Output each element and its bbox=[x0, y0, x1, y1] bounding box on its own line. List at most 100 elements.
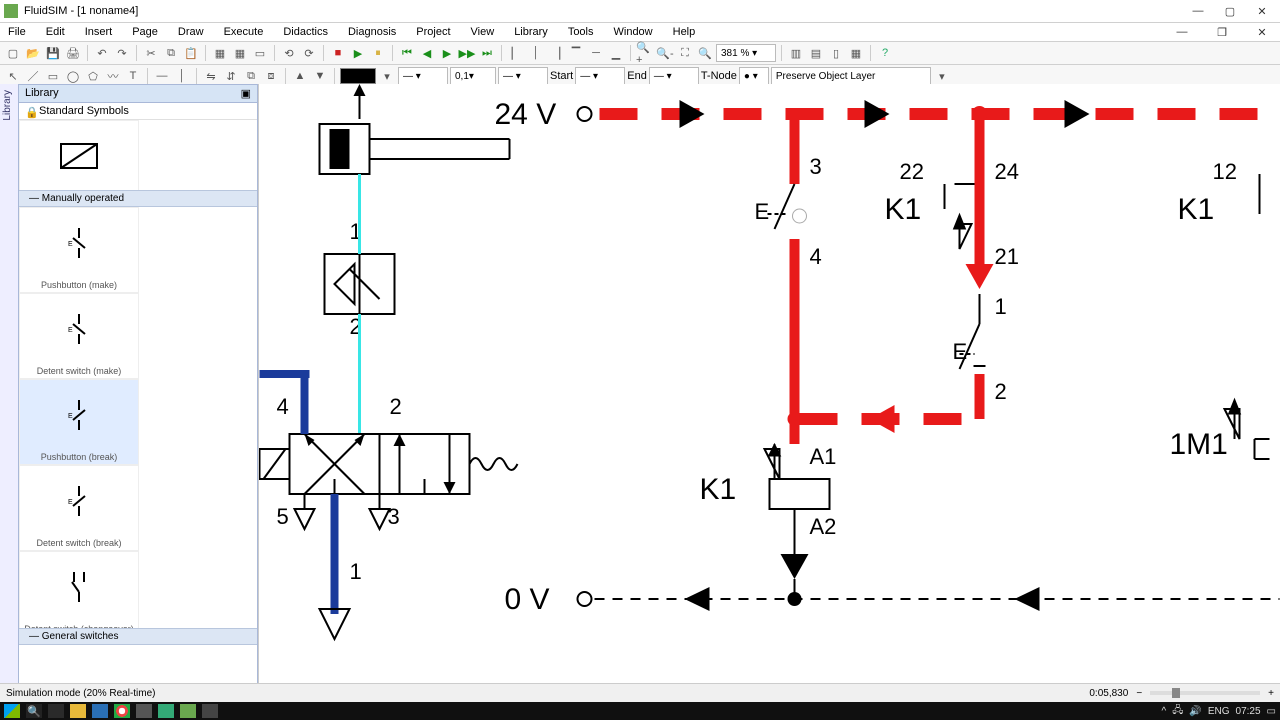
node-style-field[interactable]: ● ▾ bbox=[739, 67, 769, 85]
menu-tools[interactable]: Tools bbox=[564, 25, 598, 39]
app3-task-icon[interactable] bbox=[202, 704, 218, 718]
menu-execute[interactable]: Execute bbox=[220, 25, 268, 39]
send-back-icon[interactable]: ▼ bbox=[311, 67, 329, 85]
align-middle-icon[interactable]: ─ bbox=[587, 44, 605, 62]
linewidth-field[interactable]: 0,1 ▾ bbox=[450, 67, 496, 85]
zoom-out-icon[interactable]: 🔍- bbox=[656, 44, 674, 62]
explorer-icon[interactable] bbox=[70, 704, 86, 718]
close-button[interactable]: ✕ bbox=[1248, 2, 1276, 20]
select-tool-icon[interactable]: ↖ bbox=[4, 67, 22, 85]
diagram-canvas[interactable]: 1 2 4 2 5 3 1 24 V 3 E 4 bbox=[258, 84, 1280, 684]
group-icon[interactable]: ⧉ bbox=[242, 67, 260, 85]
print-icon[interactable]: 🖨 bbox=[64, 44, 82, 62]
redo-icon[interactable]: ↷ bbox=[113, 44, 131, 62]
menu-library[interactable]: Library bbox=[510, 25, 552, 39]
open-icon[interactable]: 📂 bbox=[24, 44, 42, 62]
menu-project[interactable]: Project bbox=[412, 25, 454, 39]
time-slider-minus-icon[interactable]: − bbox=[1136, 688, 1142, 699]
chrome-icon[interactable] bbox=[114, 704, 130, 718]
library-root[interactable]: 🔒 Standard Symbols bbox=[19, 103, 257, 120]
align-right-icon[interactable]: ▕ bbox=[547, 44, 565, 62]
child-minimize-button[interactable]: — bbox=[1168, 23, 1196, 41]
polygon-tool-icon[interactable]: ⬠ bbox=[84, 67, 102, 85]
align-center-icon[interactable]: │ bbox=[527, 44, 545, 62]
lib-thumb-detent-break[interactable]: EDetent switch (break) bbox=[19, 465, 139, 551]
color-dropdown-icon[interactable]: ▾ bbox=[378, 67, 396, 85]
grid-icon[interactable]: ▦ bbox=[211, 44, 229, 62]
zoom-region-icon[interactable]: 🔍 bbox=[696, 44, 714, 62]
network-icon[interactable]: 🖧 bbox=[1172, 703, 1183, 720]
fast-fwd-icon[interactable]: ▶▶ bbox=[458, 44, 476, 62]
rotate-left-icon[interactable]: ⟲ bbox=[280, 44, 298, 62]
time-slider[interactable] bbox=[1150, 691, 1260, 695]
ungroup-icon[interactable]: ⧈ bbox=[262, 67, 280, 85]
layer-dropdown-icon[interactable]: ▾ bbox=[933, 67, 951, 85]
start-cap-field[interactable]: — ▾ bbox=[498, 67, 548, 85]
ruler-icon[interactable]: ▭ bbox=[251, 44, 269, 62]
pause-icon[interactable]: ⏸ bbox=[369, 44, 387, 62]
maximize-button[interactable]: ▢ bbox=[1216, 2, 1244, 20]
linestyle-field[interactable]: — ▾ bbox=[398, 67, 448, 85]
bring-front-icon[interactable]: ▲ bbox=[291, 67, 309, 85]
child-restore-button[interactable]: ❐ bbox=[1208, 23, 1236, 41]
tray-up-icon[interactable]: ^ bbox=[1162, 706, 1167, 717]
app2-task-icon[interactable] bbox=[158, 704, 174, 718]
volume-icon[interactable]: 🔊 bbox=[1189, 706, 1201, 717]
skip-start-icon[interactable]: ⏮ bbox=[398, 44, 416, 62]
view-list-icon[interactable]: ▤ bbox=[807, 44, 825, 62]
ellipse-tool-icon[interactable]: ◯ bbox=[64, 67, 82, 85]
minimize-button[interactable]: — bbox=[1184, 2, 1212, 20]
menu-insert[interactable]: Insert bbox=[81, 25, 117, 39]
new-icon[interactable]: ▢ bbox=[4, 44, 22, 62]
align-top-icon[interactable]: ▔ bbox=[567, 44, 585, 62]
group-switches-header[interactable]: — General switches bbox=[19, 628, 257, 645]
menu-file[interactable]: File bbox=[4, 25, 30, 39]
end-cap-field[interactable]: — ▾ bbox=[575, 67, 625, 85]
start-button-icon[interactable] bbox=[4, 704, 20, 718]
store-icon[interactable] bbox=[92, 704, 108, 718]
view-grid-icon[interactable]: ▥ bbox=[787, 44, 805, 62]
menu-didactics[interactable]: Didactics bbox=[279, 25, 332, 39]
help-icon[interactable]: ? bbox=[876, 44, 894, 62]
menu-window[interactable]: Window bbox=[610, 25, 657, 39]
stop-icon[interactable]: ■ bbox=[329, 44, 347, 62]
system-tray[interactable]: ^ 🖧 🔊 ENG 07:25 ▭ bbox=[1162, 703, 1276, 720]
menu-draw[interactable]: Draw bbox=[174, 25, 208, 39]
snap-icon[interactable]: ▦ bbox=[231, 44, 249, 62]
color-swatch[interactable] bbox=[340, 68, 376, 84]
menu-view[interactable]: View bbox=[467, 25, 499, 39]
align-left-icon[interactable]: ▏ bbox=[507, 44, 525, 62]
library-close-icon[interactable]: ▣ bbox=[241, 87, 251, 100]
view-tiles-icon[interactable]: ▦ bbox=[847, 44, 865, 62]
hline-icon[interactable]: — bbox=[153, 67, 171, 85]
lib-thumb-pushbutton-make[interactable]: EPushbutton (make) bbox=[19, 207, 139, 293]
tray-clock[interactable]: 07:25 bbox=[1236, 706, 1261, 717]
child-close-button[interactable]: ✕ bbox=[1248, 23, 1276, 41]
rotate-right-icon[interactable]: ⟳ bbox=[300, 44, 318, 62]
fluidsim-task-icon[interactable] bbox=[180, 704, 196, 718]
flip-v-icon[interactable]: ⇵ bbox=[222, 67, 240, 85]
cut-icon[interactable]: ✂ bbox=[142, 44, 160, 62]
paste-icon[interactable]: 📋 bbox=[182, 44, 200, 62]
menu-help[interactable]: Help bbox=[669, 25, 700, 39]
sidetab-library[interactable]: Library bbox=[0, 84, 15, 127]
undo-icon[interactable]: ↶ bbox=[93, 44, 111, 62]
zoom-fit-icon[interactable]: ⛶ bbox=[676, 44, 694, 62]
notifications-icon[interactable]: ▭ bbox=[1267, 706, 1276, 717]
copy-icon[interactable]: ⧉ bbox=[162, 44, 180, 62]
skip-end-icon[interactable]: ⏭ bbox=[478, 44, 496, 62]
step-fwd-icon[interactable]: ▶ bbox=[438, 44, 456, 62]
menu-edit[interactable]: Edit bbox=[42, 25, 69, 39]
vline-icon[interactable]: │ bbox=[173, 67, 191, 85]
lib-thumb-signal-converter-1[interactable]: Signal converter bbox=[19, 120, 139, 190]
tnode-field[interactable]: — ▾ bbox=[649, 67, 699, 85]
lib-thumb-detent-make[interactable]: EDetent switch (make) bbox=[19, 293, 139, 379]
step-back-icon[interactable]: ◀ bbox=[418, 44, 436, 62]
tray-lang[interactable]: ENG bbox=[1208, 706, 1230, 717]
menu-diagnosis[interactable]: Diagnosis bbox=[344, 25, 400, 39]
search-icon[interactable]: 🔍 bbox=[26, 704, 42, 718]
view-page-icon[interactable]: ▯ bbox=[827, 44, 845, 62]
play-icon[interactable]: ▶ bbox=[349, 44, 367, 62]
app-task-icon[interactable] bbox=[136, 704, 152, 718]
text-tool-icon[interactable]: T bbox=[124, 67, 142, 85]
